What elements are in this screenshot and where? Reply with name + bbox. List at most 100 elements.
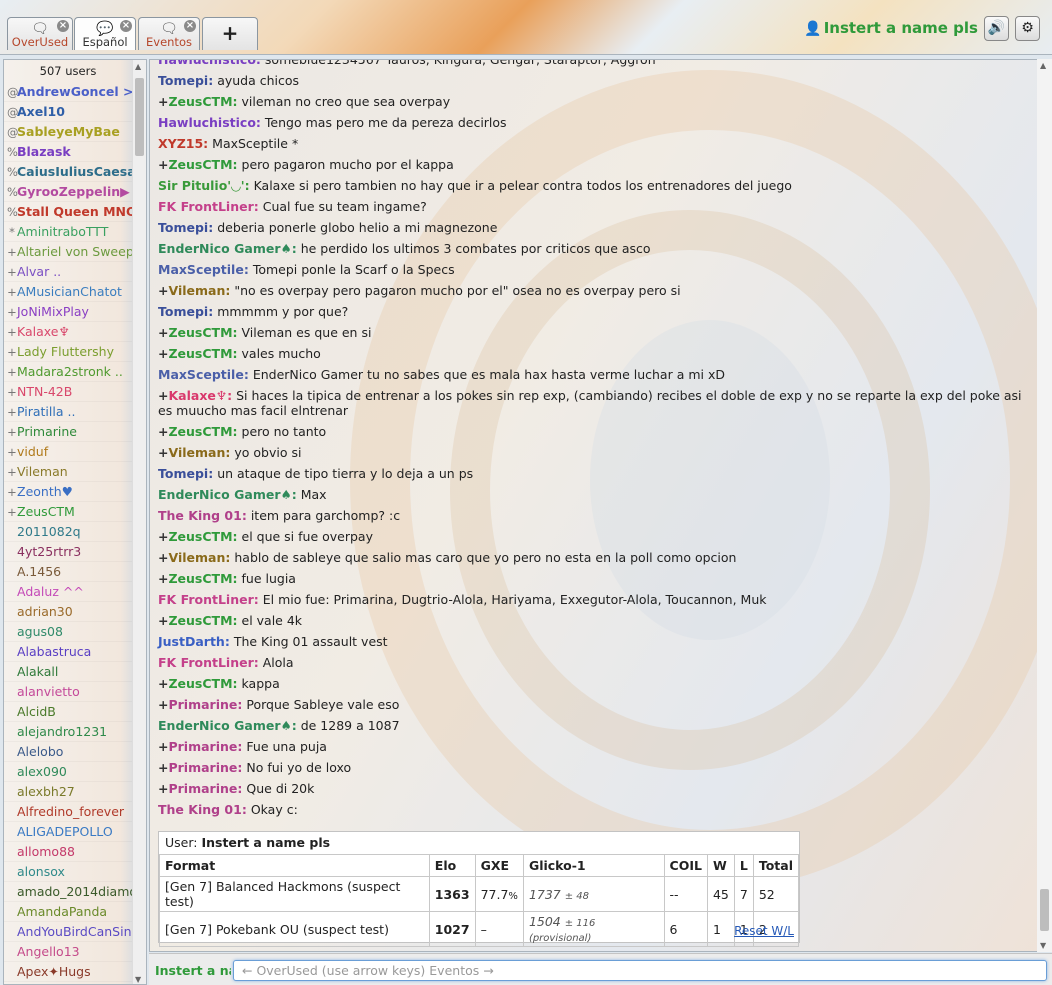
message-author[interactable]: Hawluchistico: [158, 60, 256, 67]
scroll-up-icon[interactable]: ▲: [1040, 61, 1046, 70]
user-list-item[interactable]: alejandro1231: [4, 722, 132, 742]
message-author[interactable]: ZeusCTM: [168, 676, 232, 691]
message-author[interactable]: Vileman: [168, 550, 225, 565]
message-author[interactable]: ZeusCTM: [168, 424, 232, 439]
user-list-item[interactable]: alonsox: [4, 862, 132, 882]
message-author[interactable]: Kalaxe♆: [168, 388, 227, 403]
close-tab-icon[interactable]: ×: [120, 20, 132, 32]
user-list-item[interactable]: +Vileman: [4, 462, 132, 482]
close-tab-icon[interactable]: ×: [184, 20, 196, 32]
close-tab-icon[interactable]: ×: [57, 20, 69, 32]
user-list-item[interactable]: %GyrooZeppelin▶: [4, 182, 132, 202]
message-author[interactable]: The King 01: [158, 802, 242, 817]
user-list-item[interactable]: Angello13: [4, 942, 132, 962]
user-list-item[interactable]: Alelobo: [4, 742, 132, 762]
user-list-item[interactable]: +NTN-42B: [4, 382, 132, 402]
user-list-item[interactable]: @Axel10: [4, 102, 132, 122]
scroll-down-icon[interactable]: ▼: [135, 975, 141, 984]
message-author[interactable]: Vileman: [168, 445, 225, 460]
new-tab-button[interactable]: +: [202, 17, 258, 50]
message-author[interactable]: Primarine: [168, 760, 237, 775]
user-count[interactable]: 507 users: [4, 60, 132, 82]
user-list-item[interactable]: +Piratilla ..: [4, 402, 132, 422]
message-author[interactable]: ZeusCTM: [168, 94, 232, 109]
message-author[interactable]: FK FrontLiner: [158, 199, 254, 214]
user-list-item[interactable]: +JoNiMixPlay: [4, 302, 132, 322]
user-list-item[interactable]: +Lady Fluttershy: [4, 342, 132, 362]
user-list-item[interactable]: 4yt25rtrr3: [4, 542, 132, 562]
user-list-item[interactable]: +Kalaxe♆: [4, 322, 132, 342]
message-author[interactable]: Tomepi: [158, 304, 208, 319]
message-author[interactable]: EnderNico Gamer♠: [158, 241, 292, 256]
message-author[interactable]: The King 01: [158, 508, 242, 523]
message-author[interactable]: ZeusCTM: [168, 571, 232, 586]
user-list-item[interactable]: +Zeonth♥: [4, 482, 132, 502]
user-list-item[interactable]: adrian30: [4, 602, 132, 622]
user-list-item[interactable]: 2011082q: [4, 522, 132, 542]
user-list-item[interactable]: AndYouBirdCanSing: [4, 922, 132, 942]
scroll-thumb[interactable]: [1040, 889, 1049, 931]
message-author[interactable]: Tomepi: [158, 73, 208, 88]
tab-overused[interactable]: 🗨 × OverUsed: [7, 17, 73, 50]
user-list-item[interactable]: +ZeusCTM: [4, 502, 132, 522]
user-list-item[interactable]: Apex✦Hugs: [4, 962, 132, 982]
message-author[interactable]: MaxSceptile: [158, 262, 244, 277]
user-list-item[interactable]: A.1456: [4, 562, 132, 582]
user-list-item[interactable]: @AndrewGoncel >..: [4, 82, 132, 102]
user-list-item[interactable]: amado_2014diamond: [4, 882, 132, 902]
message-author[interactable]: Primarine: [168, 739, 237, 754]
scroll-thumb[interactable]: [135, 78, 144, 156]
message-author[interactable]: Tomepi: [158, 466, 208, 481]
user-list-item[interactable]: +Altariel von Sweep: [4, 242, 132, 262]
tab-espanol[interactable]: 💬 × Español: [74, 17, 136, 50]
options-button[interactable]: ⚙: [1015, 16, 1040, 41]
user-list-item[interactable]: allomo88: [4, 842, 132, 862]
user-list-item[interactable]: +Alvar ..: [4, 262, 132, 282]
user-list-item[interactable]: agus08: [4, 622, 132, 642]
message-author[interactable]: ZeusCTM: [168, 529, 232, 544]
message-author[interactable]: FK FrontLiner: [158, 655, 254, 670]
user-list-item[interactable]: +AMusicianChatot: [4, 282, 132, 302]
user-list-item[interactable]: +Primarine: [4, 422, 132, 442]
message-author[interactable]: Sir Pitulio'◡': [158, 178, 245, 193]
composer-username[interactable]: Instert a name pls: [155, 963, 231, 978]
user-list-item[interactable]: alanvietto: [4, 682, 132, 702]
message-author[interactable]: XYZ15: [158, 136, 203, 151]
message-author[interactable]: Primarine: [168, 781, 237, 796]
user-list-item[interactable]: Alabastruca: [4, 642, 132, 662]
message-author[interactable]: Hawluchistico: [158, 115, 256, 130]
tab-eventos[interactable]: 🗨 × Eventos: [138, 17, 200, 50]
chat-input[interactable]: [233, 960, 1047, 981]
message-author[interactable]: JustDarth: [158, 634, 225, 649]
message-author[interactable]: ZeusCTM: [168, 613, 232, 628]
message-author[interactable]: ZeusCTM: [168, 325, 232, 340]
message-author[interactable]: EnderNico Gamer♠: [158, 487, 292, 502]
scroll-down-icon[interactable]: ▼: [1040, 941, 1046, 950]
user-list-item[interactable]: Alfredino_forever: [4, 802, 132, 822]
message-author[interactable]: EnderNico Gamer♠: [158, 718, 292, 733]
user-list-item[interactable]: %Blazask: [4, 142, 132, 162]
chat-scrollbar[interactable]: ▲ ▼: [1037, 59, 1052, 952]
reset-wl-link[interactable]: Reset W/L: [734, 924, 794, 938]
user-list-item[interactable]: @SableyeMyBae: [4, 122, 132, 142]
current-user[interactable]: 👤 Instert a name pls: [804, 19, 978, 37]
user-list-item[interactable]: ALIGADEPOLLO: [4, 822, 132, 842]
message-author[interactable]: Tomepi: [158, 220, 208, 235]
volume-button[interactable]: 🔊: [984, 16, 1009, 41]
message-author[interactable]: FK FrontLiner: [158, 592, 254, 607]
user-list-item[interactable]: alex090: [4, 762, 132, 782]
user-list-item[interactable]: AmandaPanda: [4, 902, 132, 922]
message-author[interactable]: MaxSceptile: [158, 367, 244, 382]
user-list-item[interactable]: %Stall Queen MNO: [4, 202, 132, 222]
userlist-scrollbar[interactable]: ▲ ▼: [132, 60, 146, 984]
user-list-item[interactable]: Adaluz ^^: [4, 582, 132, 602]
scroll-up-icon[interactable]: ▲: [135, 62, 141, 71]
message-author[interactable]: Vileman: [168, 283, 225, 298]
message-author[interactable]: ZeusCTM: [168, 346, 232, 361]
user-list-item[interactable]: %CaiusIuliusCaesar: [4, 162, 132, 182]
message-author[interactable]: ZeusCTM: [168, 157, 232, 172]
user-list-item[interactable]: alexbh27: [4, 782, 132, 802]
user-list-item[interactable]: +viduf: [4, 442, 132, 462]
message-author[interactable]: Primarine: [168, 697, 237, 712]
user-list-item[interactable]: * AminitraboTTT: [4, 222, 132, 242]
